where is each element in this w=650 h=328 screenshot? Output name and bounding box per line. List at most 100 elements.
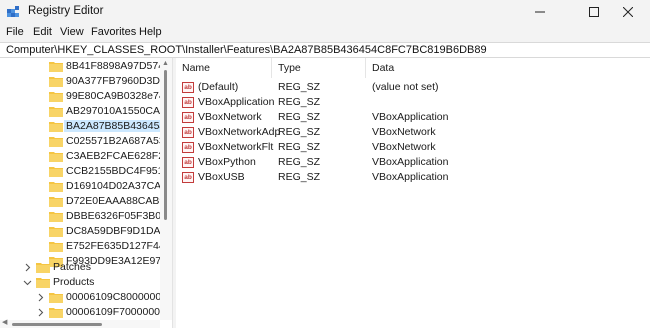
tree-item[interactable]: CCB2155BDC4F95146 — [0, 164, 172, 179]
column-header-type[interactable]: Type — [272, 58, 366, 78]
tree-item-label: C025571B2A687A5368 — [66, 135, 172, 147]
value-name: VBoxNetwork — [198, 111, 262, 123]
folder-icon — [49, 227, 63, 237]
tree-item[interactable]: DBBE6326F05F3B048B — [0, 209, 172, 224]
value-type: REG_SZ — [278, 156, 321, 168]
column-header-name[interactable]: Name — [176, 58, 272, 78]
tree-item[interactable]: E752FE635D127F4448 — [0, 239, 172, 254]
folder-icon — [49, 293, 63, 303]
column-header-label: Data — [372, 62, 395, 74]
value-name: VBoxNetworkFlt — [198, 141, 274, 153]
address-path[interactable]: Computer\HKEY_CLASSES_ROOT\Installer\Fea… — [6, 44, 487, 56]
value-row[interactable]: ab VBoxNetworkAdp REG_SZ VBoxNetwork — [176, 125, 650, 140]
tree-item-label: 8B41F8898A97D574AB — [66, 60, 172, 72]
value-data: VBoxNetwork — [372, 126, 436, 138]
open-folder-icon — [49, 122, 63, 132]
folder-icon — [49, 308, 63, 318]
reg-string-icon: ab — [182, 112, 194, 123]
close-button[interactable] — [606, 0, 650, 24]
column-header-data[interactable]: Data — [366, 58, 546, 78]
value-type: REG_SZ — [278, 141, 321, 153]
tree-item[interactable]: C025571B2A687A5368 — [0, 134, 172, 149]
chevron-right-icon[interactable] — [36, 293, 45, 302]
folder-icon — [49, 137, 63, 147]
value-type: REG_SZ — [278, 126, 321, 138]
tree-item[interactable]: 90A377FB7960D3D41B — [0, 74, 172, 89]
value-data: VBoxNetwork — [372, 141, 436, 153]
values-list[interactable]: Name Type Data ab (Default) REG_SZ (valu… — [176, 58, 650, 328]
maximize-icon — [589, 7, 599, 17]
chevron-right-icon[interactable] — [36, 308, 45, 317]
tree-vertical-scrollbar[interactable]: ▲ — [160, 58, 172, 320]
value-data: VBoxApplication — [372, 111, 449, 123]
tree-item[interactable]: 00006109F70000001( — [0, 305, 169, 320]
tree-item[interactable]: C3AEB2FCAE628F23A — [0, 149, 172, 164]
tree-item-label: Products — [53, 276, 95, 288]
tree-item-label: DC8A59DBF9D1DA538 — [66, 225, 172, 237]
tree-item[interactable]: DC8A59DBF9D1DA538 — [0, 224, 172, 239]
value-data: VBoxApplication — [372, 156, 449, 168]
tree-item[interactable]: D169104D02A37CA34 — [0, 179, 172, 194]
tree-item-patches-row[interactable]: Patches — [0, 260, 160, 275]
menu-edit[interactable]: Edit — [33, 26, 52, 38]
column-header-label: Name — [182, 62, 211, 74]
tree-item[interactable]: AB297010A1550CA37A — [0, 104, 172, 119]
address-bar[interactable]: Computer\HKEY_CLASSES_ROOT\Installer\Fea… — [0, 42, 650, 58]
value-name: VBoxApplication — [198, 96, 275, 108]
value-name: VBoxPython — [198, 156, 256, 168]
folder-icon — [49, 62, 63, 72]
value-row[interactable]: ab VBoxUSB REG_SZ VBoxApplication — [176, 170, 650, 185]
open-folder-icon — [36, 278, 50, 288]
reg-string-icon: ab — [182, 172, 194, 183]
menu-help[interactable]: Help — [139, 26, 162, 38]
reg-string-icon: ab — [182, 157, 194, 168]
value-name: VBoxNetworkAdp — [198, 126, 281, 138]
menu-file[interactable]: File — [6, 26, 24, 38]
value-type: REG_SZ — [278, 111, 321, 123]
value-type: REG_SZ — [278, 81, 321, 93]
scroll-thumb[interactable] — [164, 70, 167, 220]
tree-item-label: CCB2155BDC4F95146 — [66, 165, 172, 177]
folder-icon — [49, 182, 63, 192]
tree-item[interactable]: 8B41F8898A97D574AB — [0, 59, 172, 74]
column-header-label: Type — [278, 62, 301, 74]
folder-icon — [49, 107, 63, 117]
value-row[interactable]: ab VBoxApplication REG_SZ — [176, 95, 650, 110]
scroll-up-icon[interactable]: ▲ — [162, 60, 169, 67]
value-row[interactable]: ab (Default) REG_SZ (value not set) — [176, 80, 650, 95]
tree-item[interactable]: D72E0EAAA88CAB947 — [0, 194, 172, 209]
value-row[interactable]: ab VBoxNetwork REG_SZ VBoxApplication — [176, 110, 650, 125]
reg-string-icon: ab — [182, 97, 194, 108]
folder-icon — [49, 77, 63, 87]
key-tree[interactable]: 8B41F8898A97D574AB 90A377FB7960D3D41B 99… — [0, 58, 172, 328]
folder-icon — [49, 92, 63, 102]
tree-item-products[interactable]: Products — [0, 275, 160, 290]
value-data: (value not set) — [372, 81, 439, 93]
minimize-icon — [535, 11, 545, 13]
value-row[interactable]: ab VBoxNetworkFlt REG_SZ VBoxNetwork — [176, 140, 650, 155]
value-type: REG_SZ — [278, 171, 321, 183]
menu-bar: File Edit View Favorites Help — [0, 24, 650, 42]
folder-icon — [36, 263, 50, 273]
scroll-thumb[interactable] — [12, 323, 102, 326]
value-name: (Default) — [198, 81, 239, 93]
tree-horizontal-scrollbar[interactable]: ◀ — [0, 318, 160, 328]
tree-item-label: Patches — [53, 261, 91, 273]
chevron-down-icon[interactable] — [23, 278, 32, 287]
chevron-right-icon[interactable] — [23, 263, 32, 272]
tree-item[interactable]: 00006109C80000001( — [0, 290, 171, 305]
tree-item-label: DBBE6326F05F3B048B — [66, 210, 172, 222]
scroll-left-icon[interactable]: ◀ — [2, 318, 7, 326]
reg-string-icon: ab — [182, 142, 194, 153]
tree-item-selected[interactable]: BA2A87B85B436454C8 — [0, 119, 172, 134]
tree-item-label: D169104D02A37CA34 — [66, 180, 172, 192]
tree-item-label: D72E0EAAA88CAB947 — [66, 195, 172, 207]
menu-view[interactable]: View — [60, 26, 84, 38]
title-bar: Registry Editor — [0, 0, 650, 24]
menu-favorites[interactable]: Favorites — [91, 26, 136, 38]
value-row[interactable]: ab VBoxPython REG_SZ VBoxApplication — [176, 155, 650, 170]
tree-item[interactable]: 99E80CA9B0328e7479 — [0, 89, 172, 104]
close-icon — [623, 7, 633, 17]
minimize-button[interactable] — [518, 0, 562, 24]
tree-item-label: BA2A87B85B436454C8 — [64, 120, 172, 132]
